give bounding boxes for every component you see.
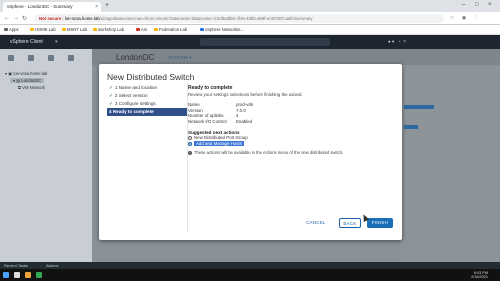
navigator-pane: ▾ ▣ lon-vcsa.home.lab ▾ ▤ LondonDC ⧉ VM … xyxy=(0,49,92,262)
system-clock[interactable]: 6:03 PM 2/16/2021 xyxy=(471,271,488,280)
recent-tasks-tab[interactable]: Recent Tasks xyxy=(4,263,28,268)
recent-tasks-bar: Recent Tasks Alarms xyxy=(0,262,500,269)
chrome-icon[interactable] xyxy=(36,271,42,278)
apps-icon xyxy=(4,27,8,31)
bookmark-msnt-lab[interactable]: MSNT Lab xyxy=(62,27,87,32)
bookmark-ani[interactable]: Ani xyxy=(136,27,147,32)
search-icon[interactable] xyxy=(14,271,20,278)
bookmark-icon xyxy=(136,27,140,31)
finish-button[interactable]: FINISH xyxy=(367,218,393,228)
setting-row: Network I/O Control Enabled xyxy=(188,118,253,124)
close-tab-icon[interactable]: × xyxy=(95,4,98,10)
bookmark-home-lab[interactable]: HOME Lab xyxy=(30,27,56,32)
address-bar-row: ← → ↻ Not secure | lon-vcsa.home.lab/ui/… xyxy=(0,12,500,25)
minimize-icon[interactable]: – xyxy=(462,2,465,8)
bookmarks-bar: Apps HOME Lab MSNT Lab workshop Lab Ani … xyxy=(0,25,500,35)
radio-button-selected[interactable] xyxy=(188,141,192,146)
hosts-clusters-icon[interactable] xyxy=(8,55,14,61)
vms-templates-icon[interactable] xyxy=(28,55,34,61)
bookmark-vsphere-networking[interactable]: vSphere Networkin... xyxy=(200,27,244,32)
back-button[interactable]: BACK xyxy=(339,218,361,228)
alarms-tab[interactable]: Alarms xyxy=(46,263,58,268)
user-menu[interactable]: ● ▾ ◔ ? xyxy=(388,39,406,45)
new-tab-icon[interactable]: + xyxy=(105,2,109,10)
actions-menu[interactable]: ACTIONS ▾ xyxy=(168,55,192,61)
new-distributed-switch-dialog: New Distributed Switch ✓ 1 Name and locat… xyxy=(99,64,402,240)
file-explorer-icon[interactable] xyxy=(25,271,31,278)
check-icon: ✓ xyxy=(109,85,113,90)
bookmark-federation-lab[interactable]: Federation Lab xyxy=(154,27,187,32)
back-icon[interactable]: ← xyxy=(4,15,10,21)
wizard-steps: ✓ 1 Name and location ✓ 2 Select version ✓… xyxy=(107,84,187,116)
address-bar[interactable]: Not secure | lon-vcsa.home.lab/ui/app/da… xyxy=(34,14,444,23)
check-icon: ✓ xyxy=(109,93,113,98)
capacity-panel xyxy=(400,65,500,262)
close-window-icon[interactable]: × xyxy=(488,2,492,8)
wizard-step-select-version[interactable]: ✓ 2 Select version xyxy=(107,92,187,100)
url-host: lon-vcsa.home.lab xyxy=(64,15,100,21)
wizard-step-configure-settings[interactable]: ✓ 3 Configure settings xyxy=(107,100,187,108)
url-path: /ui/app/datacenter;nav=h/urn:vmomi:Datac… xyxy=(99,15,313,21)
search-input[interactable] xyxy=(200,38,330,46)
folder-icon xyxy=(62,27,66,31)
info-icon: i xyxy=(188,151,192,155)
tree-item-datacenter[interactable]: ▾ ▤ LondonDC xyxy=(10,78,45,83)
radio-button[interactable] xyxy=(188,135,192,140)
bookmark-workshop-lab[interactable]: workshop Lab xyxy=(93,27,124,32)
tree-item-vcenter[interactable]: ▾ ▣ lon-vcsa.home.lab xyxy=(5,71,47,76)
vsphere-header: vSphere Client ▾ ● ▾ ◔ ? xyxy=(0,35,500,49)
tree-item-network[interactable]: ⧉ VM Network xyxy=(18,85,45,90)
folder-icon xyxy=(154,27,158,31)
tab-title: vSphere - LondonDC - Summary xyxy=(7,4,73,9)
wizard-step-name-location[interactable]: ✓ 1 Name and location xyxy=(107,84,187,92)
option-add-manage-hosts[interactable]: Add and Manage Hosts xyxy=(188,141,398,147)
info-message: i These actions will be available in the … xyxy=(188,150,344,155)
windows-taskbar: 6:03 PM 2/16/2021 xyxy=(0,269,500,281)
wizard-step-ready-to-complete[interactable]: 4 Ready to complete xyxy=(107,108,187,116)
browser-tab[interactable]: vSphere - LondonDC - Summary × xyxy=(3,2,101,12)
cancel-button[interactable]: CANCEL xyxy=(303,218,329,228)
vsphere-app-name[interactable]: vSphere Client xyxy=(10,39,43,45)
forward-icon[interactable]: → xyxy=(13,15,19,21)
maximize-icon[interactable]: □ xyxy=(475,2,479,8)
not-secure-warning[interactable]: Not secure xyxy=(39,16,61,21)
start-icon[interactable] xyxy=(3,271,9,278)
folder-icon xyxy=(30,27,34,31)
browser-tab-bar: vSphere - LondonDC - Summary × + – □ × xyxy=(0,0,500,12)
network-icon[interactable] xyxy=(68,55,74,61)
reload-icon[interactable]: ↻ xyxy=(22,15,27,22)
folder-icon xyxy=(93,27,97,31)
check-icon: ✓ xyxy=(109,101,113,106)
browser-toolbar-icons[interactable]: ☆ ◉ ⋮ xyxy=(450,15,482,21)
clock-date: 2/16/2021 xyxy=(471,275,488,280)
capacity-bar xyxy=(404,105,434,109)
bookmark-apps[interactable]: Apps xyxy=(4,27,19,32)
page-title: LondonDC xyxy=(116,53,155,62)
dialog-title: New Distributed Switch xyxy=(107,72,195,82)
bookmark-icon xyxy=(200,27,204,31)
wizard-content: Ready to complete Review your settings s… xyxy=(188,85,398,155)
capacity-bar xyxy=(404,125,418,129)
menu-icon[interactable]: ▾ xyxy=(55,39,58,45)
content-title: Ready to complete xyxy=(188,85,233,91)
storage-icon[interactable] xyxy=(48,55,54,61)
